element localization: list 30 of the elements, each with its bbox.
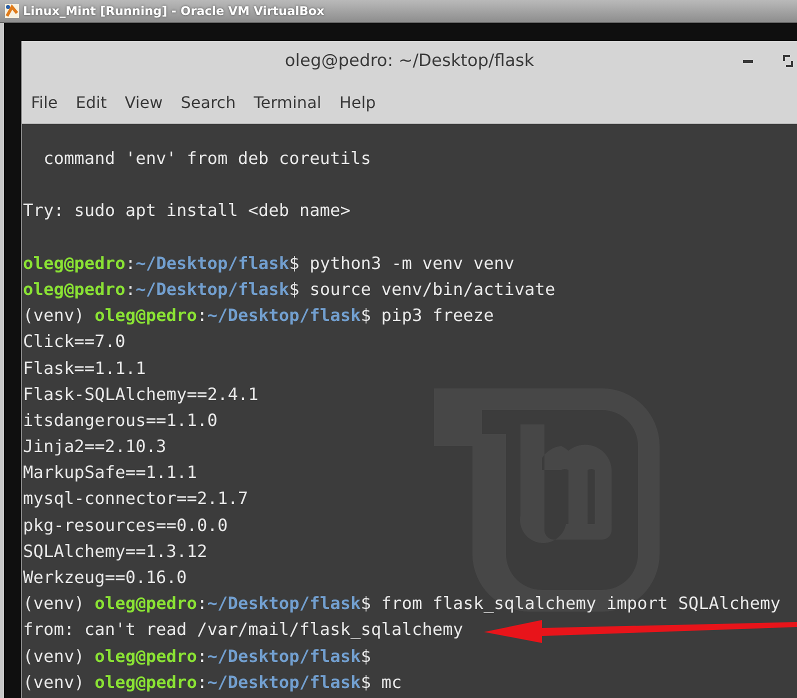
minimize-icon[interactable]: [743, 60, 753, 64]
terminal-line: Flask==1.1.1: [23, 358, 146, 380]
terminal-line: (venv) oleg@pedro:~/Desktop/flask$ mc: [23, 672, 402, 695]
maximize-icon[interactable]: [783, 55, 793, 67]
terminal-line: (venv) oleg@pedro:~/Desktop/flask$ from flask_sqlalchemy import SQLAlchemy: [23, 593, 780, 616]
menu-item[interactable]: Search: [180, 92, 236, 112]
terminal-line: (venv) oleg@pedro:~/Desktop/flask$ pip3 freeze: [23, 305, 494, 328]
terminal-line: Werkzeug==0.16.0: [23, 567, 187, 590]
terminal-title: oleg@pedro: ~/Desktop/flask: [284, 51, 534, 71]
terminal-line: SQLAlchemy==1.3.12: [23, 540, 208, 564]
host-window-title: Linux_Mint [Running] - Oracle VM VirtualBox: [23, 4, 324, 18]
menu-item[interactable]: Help: [339, 92, 376, 112]
terminal-line: Click==7.0: [23, 331, 126, 354]
menu-item[interactable]: File: [31, 92, 58, 112]
terminal-line: Try: sudo apt install <deb name>: [23, 200, 351, 224]
terminal-line: mysql-connector==2.1.7: [23, 488, 248, 512]
terminal-line: itsdangerous==1.1.0: [23, 410, 218, 433]
terminal-line: (venv) oleg@pedro:~/Desktop/flask$: [23, 646, 372, 669]
terminal-line: MarkupSafe==1.1.1: [23, 462, 197, 486]
terminal-line: oleg@pedro:~/Desktop/flask$ source venv/bin/activate: [23, 278, 556, 302]
menu-item[interactable]: View: [124, 92, 163, 112]
terminal-line: Flask-SQLAlchemy==2.4.1: [23, 384, 258, 407]
terminal-line: command 'env' from deb coreutils: [42, 148, 371, 171]
terminal-line: pkg-resources==0.0.0: [23, 514, 228, 538]
menu-item[interactable]: Terminal: [254, 92, 322, 112]
terminal-line: from: can't read /var/mail/flask_sqlalchemy: [23, 619, 464, 642]
menu-item[interactable]: Edit: [76, 92, 107, 112]
terminal-line: oleg@pedro:~/Desktop/flask$ python3 -m venv venv: [23, 252, 514, 276]
app-icon: [4, 3, 20, 19]
terminal-line: Jinja2==2.10.3: [23, 436, 166, 460]
